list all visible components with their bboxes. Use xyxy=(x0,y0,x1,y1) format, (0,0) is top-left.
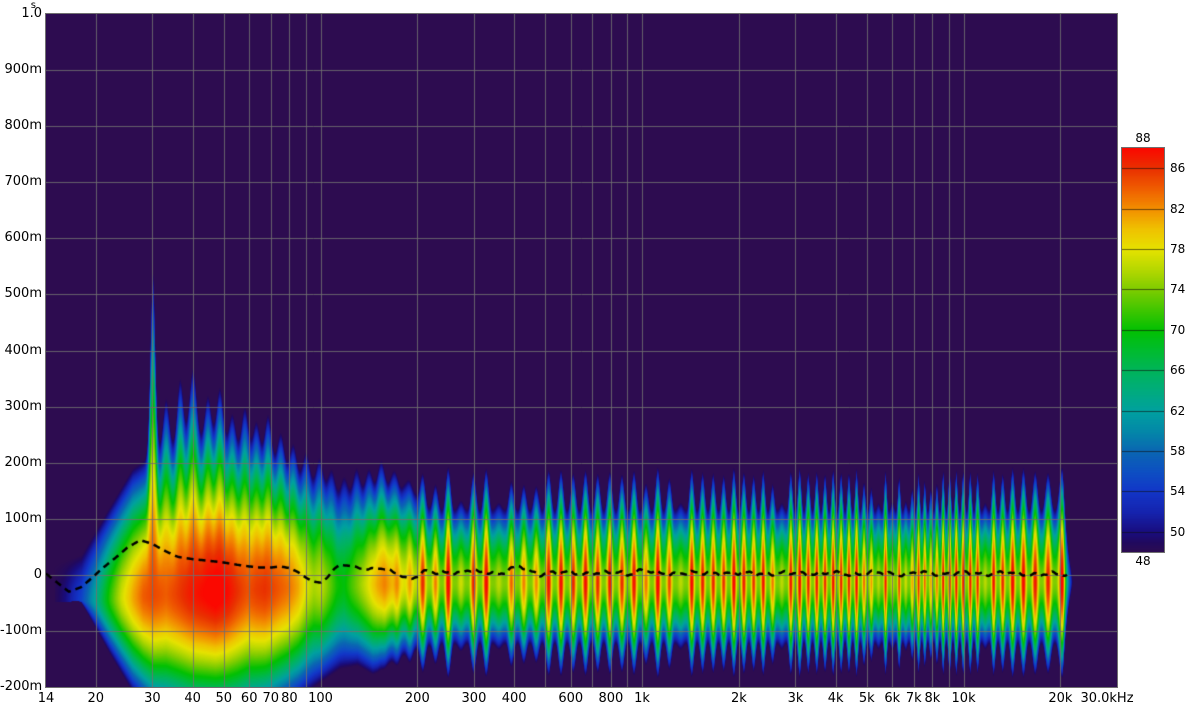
y-axis-tick-label: 200m xyxy=(0,455,42,470)
spectrogram-canvas xyxy=(46,14,1117,687)
colorbar-tick-label: 70 xyxy=(1170,323,1185,337)
colorbar-canvas xyxy=(1122,148,1164,552)
x-axis-tick-label: 5k xyxy=(859,691,875,706)
y-axis-tick-label: 700m xyxy=(0,174,42,189)
colorbar-tick-label: 78 xyxy=(1170,242,1185,256)
colorbar-min-label: 48 xyxy=(1121,554,1165,568)
x-axis-tick-label: 30 xyxy=(144,691,161,706)
y-axis-tick-label: 400m xyxy=(0,343,42,358)
y-axis-tick-label: 800m xyxy=(0,118,42,133)
y-axis-tick-label: -100m xyxy=(0,623,42,638)
colorbar-tick-label: 54 xyxy=(1170,484,1185,498)
y-axis-tick-label: 900m xyxy=(0,62,42,77)
x-axis-tick-label: 40 xyxy=(184,691,201,706)
x-axis-tick-label: 1k xyxy=(634,691,650,706)
x-axis-tick-label: 80 xyxy=(281,691,298,706)
x-axis-tick-label: 800 xyxy=(598,691,623,706)
colorbar-tick-label: 82 xyxy=(1170,202,1185,216)
x-axis-tick-label: 20 xyxy=(88,691,105,706)
x-axis-tick-label: 4k xyxy=(828,691,844,706)
colorbar-max-label: 88 xyxy=(1121,131,1165,145)
x-axis-tick-label: 2k xyxy=(731,691,747,706)
colorbar-tick-label: 58 xyxy=(1170,444,1185,458)
colorbar-tick-label: 86 xyxy=(1170,161,1185,175)
colorbar xyxy=(1121,147,1165,553)
x-axis-tick-label: 3k xyxy=(788,691,804,706)
y-axis-tick-label: 100m xyxy=(0,511,42,526)
y-axis-tick-label: 500m xyxy=(0,286,42,301)
x-axis-tick-label: 200 xyxy=(405,691,430,706)
y-axis-tick-label: 1.0 xyxy=(0,6,42,21)
x-axis-tick-label: 7k xyxy=(906,691,922,706)
x-axis-tick-label: 100 xyxy=(308,691,333,706)
x-axis-tick-label: 30.0kHz xyxy=(1080,691,1133,706)
x-axis-tick-label: 14 xyxy=(38,691,55,706)
x-axis-tick-label: 600 xyxy=(558,691,583,706)
x-axis-tick-label: 60 xyxy=(241,691,258,706)
x-axis-tick-label: 400 xyxy=(502,691,527,706)
colorbar-tick-label: 50 xyxy=(1170,525,1185,539)
y-axis-tick-label: -200m xyxy=(0,679,42,694)
x-axis-tick-label: 6k xyxy=(884,691,900,706)
spectrogram-plot-area xyxy=(45,13,1118,688)
x-axis-tick-label: 8k xyxy=(925,691,941,706)
x-axis-tick-label: 50 xyxy=(215,691,232,706)
y-axis-tick-label: 600m xyxy=(0,230,42,245)
x-axis-tick-label: 10k xyxy=(952,691,976,706)
x-axis-tick-label: 20k xyxy=(1048,691,1072,706)
y-axis-tick-label: 300m xyxy=(0,399,42,414)
colorbar-tick-label: 62 xyxy=(1170,404,1185,418)
y-axis-tick-label: 0 xyxy=(0,567,42,582)
colorbar-tick-label: 66 xyxy=(1170,363,1185,377)
x-axis-tick-label: 70 xyxy=(262,691,279,706)
x-axis-tick-label: 300 xyxy=(462,691,487,706)
colorbar-tick-label: 74 xyxy=(1170,282,1185,296)
